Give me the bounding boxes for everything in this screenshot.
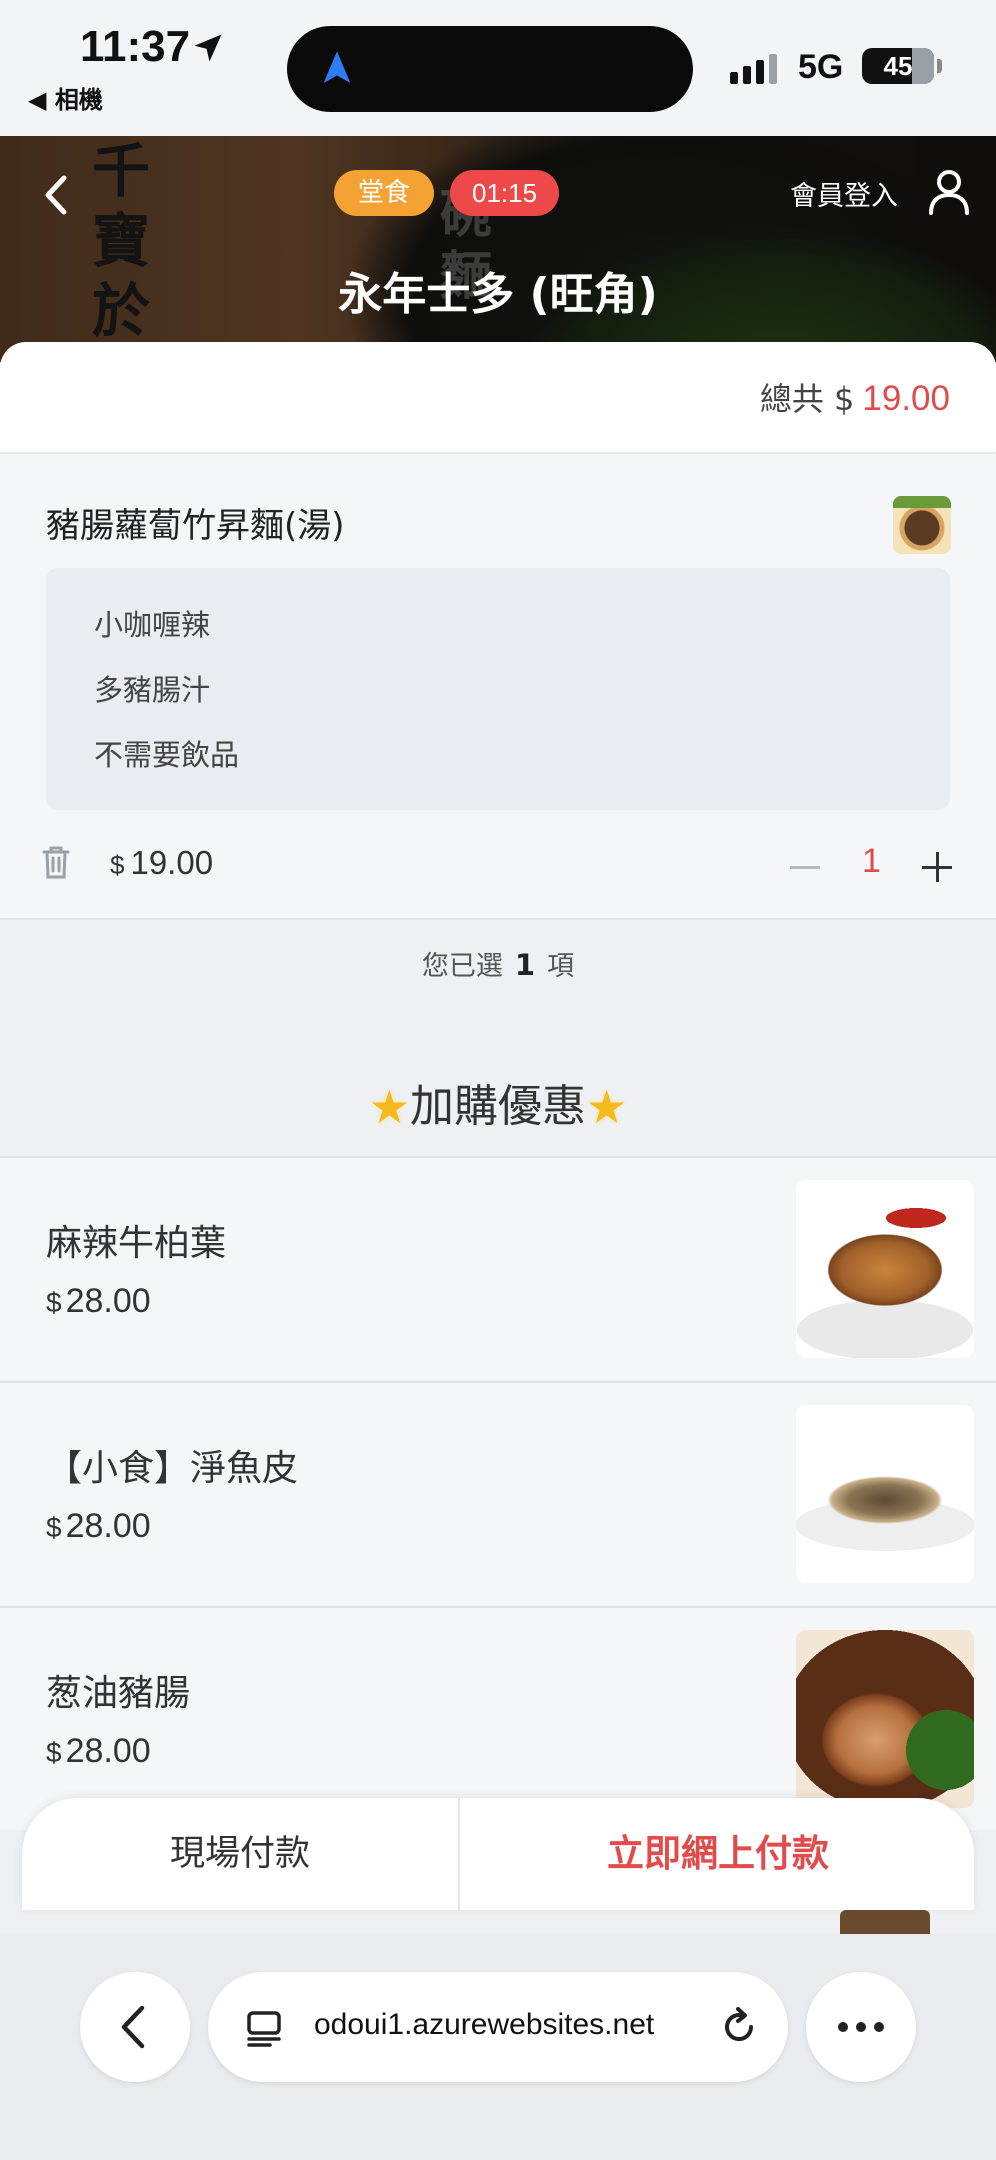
- addon-item-price: $28.00: [46, 1282, 151, 1321]
- status-bar: 11:37 ◀ 相機 5G 45: [0, 0, 996, 136]
- cart-item: 豬腸蘿蔔竹昇麵(湯) 小咖喱辣 多豬腸汁 不需要飲品 $19.00 1: [0, 454, 996, 920]
- store-header-banner: 千寶於 碗麵 堂食 01:15 會員登入 永年士多 (旺角): [0, 136, 996, 362]
- addon-item[interactable]: 葱油豬腸 $28.00: [0, 1606, 996, 1830]
- price-currency: $: [46, 1737, 62, 1768]
- url-text: odoui1.azurewebsites.net: [314, 2008, 655, 2041]
- price-currency: $: [46, 1287, 62, 1318]
- back-chevron-icon[interactable]: [42, 174, 72, 216]
- addon-item[interactable]: 【小食】淨魚皮 $28.00: [0, 1381, 996, 1605]
- browser-toolbar: odoui1.azurewebsites.net: [0, 1934, 996, 2160]
- navigation-arrow-icon: [323, 51, 351, 83]
- star-icon: ★: [586, 1080, 628, 1134]
- option-sauce: 多豬腸汁: [94, 673, 211, 707]
- price-currency: $: [110, 850, 125, 880]
- browser-back-button[interactable]: [80, 1972, 190, 2082]
- option-curry-level: 小咖喱辣: [94, 608, 211, 642]
- addon-item-name: 【小食】淨魚皮: [46, 1448, 299, 1489]
- dine-in-badge: 堂食: [334, 170, 435, 216]
- price-value: 28.00: [65, 1507, 151, 1545]
- quantity-value: 1: [862, 842, 881, 880]
- status-time: 11:37: [80, 22, 191, 71]
- timer-badge: 01:15: [450, 170, 560, 216]
- addon-item-image[interactable]: [796, 1180, 974, 1358]
- addon-item-name: 麻辣牛柏葉: [46, 1223, 227, 1264]
- browser-more-button[interactable]: [806, 1972, 916, 2082]
- addon-item-image[interactable]: [796, 1405, 974, 1583]
- total-amount: 19.00: [862, 379, 950, 418]
- more-icon: [838, 2022, 884, 2032]
- cart-item-options: 小咖喱辣 多豬腸汁 不需要飲品: [46, 568, 950, 810]
- pay-online-button[interactable]: 立即網上付款: [462, 1798, 974, 1910]
- location-arrow-icon: [194, 34, 222, 62]
- cart-item-name: 豬腸蘿蔔竹昇麵(湯): [46, 506, 345, 546]
- signal-icon: [730, 54, 777, 84]
- battery-icon: 45: [862, 48, 942, 84]
- price-currency: $: [46, 1512, 62, 1543]
- option-drink: 不需要飲品: [94, 738, 240, 772]
- addon-item-image[interactable]: [796, 1630, 974, 1808]
- addon-section-title: ★加購優惠★: [0, 1070, 996, 1134]
- cart-item-price: $19.00: [110, 844, 213, 882]
- quantity-increase-button[interactable]: [922, 850, 958, 886]
- addon-item-price: $28.00: [46, 1732, 151, 1771]
- cart-item-thumbnail: [893, 496, 951, 554]
- quantity-decrease-button[interactable]: [790, 852, 824, 882]
- star-icon: ★: [368, 1080, 410, 1134]
- user-icon[interactable]: [928, 168, 970, 216]
- pay-on-site-button[interactable]: 現場付款: [22, 1798, 460, 1910]
- addon-item-name: 葱油豬腸: [46, 1673, 191, 1714]
- member-login-link[interactable]: 會員登入: [790, 174, 898, 213]
- tabs-icon[interactable]: [244, 2008, 284, 2048]
- selected-count: 您已選 1 項: [0, 944, 996, 983]
- network-type: 5G: [798, 48, 844, 86]
- addon-title-text: 加購優惠: [410, 1081, 586, 1132]
- chevron-left-icon: [121, 2005, 145, 2049]
- price-value: 28.00: [65, 1732, 151, 1770]
- selected-suffix: 項: [547, 951, 575, 982]
- browser-address-bar[interactable]: odoui1.azurewebsites.net: [208, 1972, 788, 2082]
- order-total-bar: 總共 $19.00: [0, 342, 996, 452]
- price-value: 28.00: [65, 1282, 151, 1320]
- dynamic-island: [287, 26, 693, 112]
- battery-level: 45: [883, 51, 913, 81]
- trash-icon[interactable]: [40, 844, 72, 880]
- store-name: 永年士多 (旺角): [338, 269, 658, 320]
- back-to-app-link[interactable]: ◀ 相機: [28, 80, 103, 115]
- order-total: 總共 $19.00: [760, 374, 950, 420]
- payment-bar: 現場付款 立即網上付款: [22, 1798, 974, 1910]
- total-label: 總共 $: [759, 380, 855, 418]
- price-value: 19.00: [130, 844, 214, 881]
- addon-item-price: $28.00: [46, 1507, 151, 1546]
- selected-number: 1: [514, 948, 536, 982]
- selected-prefix: 您已選: [421, 951, 503, 982]
- addon-item[interactable]: 麻辣牛柏葉 $28.00: [0, 1156, 996, 1380]
- reload-icon[interactable]: [718, 2006, 760, 2048]
